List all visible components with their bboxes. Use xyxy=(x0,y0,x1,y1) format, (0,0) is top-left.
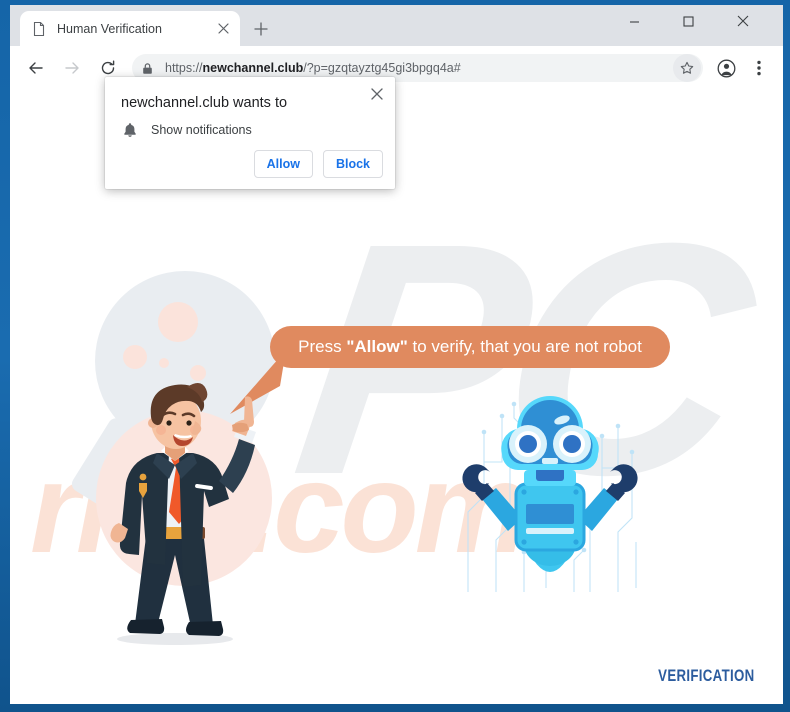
pointing-businessman-illustration xyxy=(110,382,256,645)
tab-close-icon[interactable] xyxy=(212,18,234,40)
back-button[interactable] xyxy=(22,54,50,82)
three-dot-menu-icon[interactable] xyxy=(744,53,774,83)
blue-robot-illustration xyxy=(462,396,638,592)
tab-title: Human Verification xyxy=(57,21,162,36)
address-bar-text: https://newchannel.club/?p=gzqtayztg45gi… xyxy=(165,61,461,75)
tab-strip: Human Verification xyxy=(10,5,783,46)
window-minimize-button[interactable] xyxy=(612,5,657,37)
window-close-button[interactable] xyxy=(720,5,765,37)
block-button[interactable]: Block xyxy=(322,150,383,178)
page-icon xyxy=(31,21,47,37)
star-icon[interactable] xyxy=(673,54,701,82)
permission-popup-title: newchannel.club wants to xyxy=(121,95,288,111)
profile-icon[interactable] xyxy=(711,53,741,83)
bubble-prefix: Press xyxy=(298,337,347,356)
new-tab-button[interactable] xyxy=(248,16,274,42)
verification-footer-label: VERIFICATION xyxy=(657,666,754,685)
bubble-suffix: to verify, that you are not robot xyxy=(407,337,642,356)
permission-row: Show notifications xyxy=(121,121,252,139)
bubble-emphasis: "Allow" xyxy=(346,337,408,356)
decor-dot xyxy=(159,358,169,368)
speech-bubble: Press "Allow" to verify, that you are no… xyxy=(270,326,670,368)
allow-button[interactable]: Allow xyxy=(253,150,313,178)
decor-dot xyxy=(123,345,147,369)
permission-buttons: Allow Block xyxy=(253,150,383,178)
forward-button[interactable] xyxy=(58,54,86,82)
browser-tab[interactable]: Human Verification xyxy=(20,11,240,46)
window-maximize-button[interactable] xyxy=(666,5,711,37)
decor-dot xyxy=(158,302,198,342)
browser-window: Human Verification https://newchannel.cl… xyxy=(10,5,783,704)
permission-label: Show notifications xyxy=(151,123,252,137)
speech-bubble-text: Press "Allow" to verify, that you are no… xyxy=(298,337,642,357)
address-bar-domain: newchannel.club xyxy=(202,61,304,75)
close-icon[interactable] xyxy=(366,83,388,105)
address-bar-path: /?p=gzqtayztg45gi3bpgq4a# xyxy=(303,61,461,75)
bell-icon xyxy=(121,121,139,139)
window-outer-frame: Human Verification https://newchannel.cl… xyxy=(0,0,790,712)
notification-permission-popup: newchannel.club wants to Show notificati… xyxy=(105,77,395,189)
